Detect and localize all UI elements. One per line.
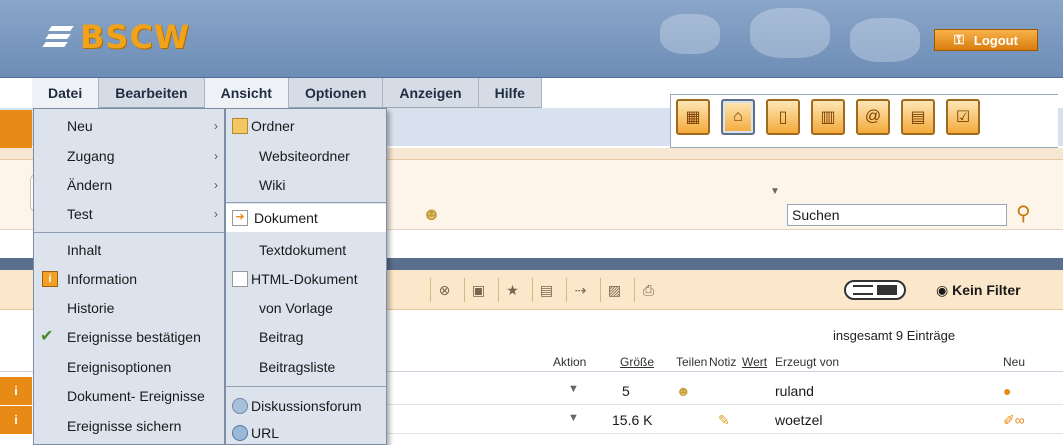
action-dropdown-icon[interactable]: ▼ [568,383,579,395]
col-size[interactable]: Größe [620,355,654,369]
col-share[interactable]: Teilen [676,355,707,369]
menu-item-historie[interactable]: Historie [34,294,224,322]
menu-item-beitragsliste[interactable]: Beitragsliste [226,353,386,381]
submenu-arrow-icon: › [214,149,218,163]
forum-icon [232,398,248,414]
menu-item-inhalt[interactable]: Inhalt [34,236,224,264]
menu-item-von-vorlage[interactable]: von Vorlage [226,294,386,322]
menu-item-ordner[interactable]: Ordner [226,112,386,140]
note-pin-icon[interactable]: ✎ [718,412,730,429]
menu-item-textdokument[interactable]: Textdokument [226,236,386,264]
logo-mark-icon [42,22,74,52]
search-scope-dropdown-icon[interactable]: ▼ [770,186,780,197]
document-icon: ➜ [232,210,248,226]
menu-item-wiki[interactable]: Wiki [226,171,386,199]
bscw-logo[interactable]: BSCW [42,18,191,56]
print-icon[interactable]: ⎙ [634,278,658,302]
menu-item-dokument[interactable]: ➜ Dokument [226,204,386,232]
catalog-icon[interactable]: ▤ [532,278,556,302]
size-value: 15.6 K [612,412,653,428]
menu-anzeigen[interactable]: Anzeigen [383,78,479,108]
neu-submenu: Ordner Websiteordner Wiki ➜ Dokument Tex… [225,108,387,445]
bscw-window: BSCW ⚿ Logout Datei Bearbeiten Ansicht O… [0,0,1063,445]
rate-icon[interactable]: ★ [498,278,522,302]
filter-option[interactable]: ◉ Kein Filter [936,282,1021,299]
menu-item-beitrag[interactable]: Beitrag [226,323,386,351]
workspace-icon[interactable]: ▦ [676,99,710,135]
menu-item-neu[interactable]: Neu › [34,112,224,140]
search-input[interactable] [787,204,1007,226]
menu-item-ereignisoptionen[interactable]: Ereignisoptionen [34,353,224,381]
url-globe-icon [232,425,248,441]
col-value[interactable]: Wert [742,355,767,369]
key-icon: ⚿ [954,32,964,47]
search-go-icon[interactable]: ⚲ [1016,201,1031,226]
submenu-arrow-icon: › [214,178,218,192]
menu-optionen[interactable]: Optionen [289,78,384,108]
info-marker[interactable]: i [0,377,32,405]
send-icon[interactable]: ⇢ [566,278,590,302]
creator-value[interactable]: woetzel [775,412,822,428]
menu-item-ereignisse-sichern[interactable]: Ereignisse sichern [34,412,224,440]
folder-icon [232,118,248,134]
tasks-icon[interactable]: ☑ [946,99,980,135]
menu-item-ereignisse-bestaetigen[interactable]: ✔ Ereignisse bestätigen [34,323,224,351]
logo-text: BSCW [80,18,191,56]
header-banner: BSCW ⚿ Logout [0,0,1063,78]
logout-button[interactable]: ⚿ Logout [934,29,1038,51]
detail-view-icon[interactable] [877,285,897,295]
menu-item-url[interactable]: URL [226,419,386,445]
menu-item-diskussionsforum[interactable]: Diskussionsforum [226,392,386,420]
menu-item-zugang[interactable]: Zugang › [34,142,224,170]
menu-separator [226,202,386,203]
col-note[interactable]: Notiz [709,355,736,369]
menu-bearbeiten[interactable]: Bearbeiten [99,78,205,108]
menu-ansicht[interactable]: Ansicht [204,78,289,108]
col-new[interactable]: Neu [1003,355,1025,369]
size-value: 5 [622,383,630,399]
submenu-arrow-icon: › [214,119,218,133]
col-creator[interactable]: Erzeugt von [775,355,839,369]
menu-item-html-dokument[interactable]: HTML-Dokument [226,265,386,293]
menu-hilfe[interactable]: Hilfe [479,78,542,108]
menu-item-information[interactable]: i Information [34,265,224,293]
action-dropdown-icon[interactable]: ▼ [568,412,579,424]
view-toggle[interactable] [844,280,906,300]
info-marker[interactable]: i [0,406,32,434]
home-icon[interactable]: ⌂ [721,99,755,135]
creator-value[interactable]: ruland [775,383,814,399]
delete-icon[interactable]: ⊗ [430,278,454,302]
entry-count: insgesamt 9 Einträge [833,328,956,343]
compact-view-icon[interactable] [853,285,873,295]
menu-separator [34,232,224,233]
col-action[interactable]: Aktion [553,355,586,369]
search-tab-icon[interactable] [0,110,32,148]
menu-item-dokument-ereignisse[interactable]: Dokument- Ereignisse [34,382,224,410]
html-document-icon [232,271,248,287]
menu-item-websiteordner[interactable]: Websiteordner [226,142,386,170]
calendar-icon[interactable]: ▤ [901,99,935,135]
clipboard-icon[interactable]: ▯ [766,99,800,135]
main-toolbar: ▦ ⌂ ▯ ▥ @ ▤ ☑ [676,99,980,135]
shared-icon[interactable]: ☻ [676,383,691,399]
zip-icon[interactable]: ▣ [464,278,488,302]
menu-separator [226,386,386,387]
world-map-decoration [640,4,970,76]
datei-menu: Neu › Zugang › Ändern › Test › Inhalt i … [33,108,225,445]
info-icon: i [42,271,58,287]
new-event-icon[interactable]: ● [1003,383,1011,399]
menu-datei[interactable]: Datei [32,78,100,108]
move-icon[interactable]: ▨ [600,278,624,302]
menu-item-test[interactable]: Test › [34,200,224,228]
confirm-events-icon: ✔ [40,328,54,345]
share-icon[interactable]: ☻ [422,204,441,225]
radio-icon: ◉ [936,282,949,298]
trash-icon[interactable]: ▥ [811,99,845,135]
menu-item-aendern[interactable]: Ändern › [34,171,224,199]
submenu-arrow-icon: › [214,207,218,221]
addressbook-icon[interactable]: @ [856,99,890,135]
edited-event-icon[interactable]: ✐∞ [1003,412,1025,429]
menubar: Datei Bearbeiten Ansicht Optionen Anzeig… [32,78,542,108]
